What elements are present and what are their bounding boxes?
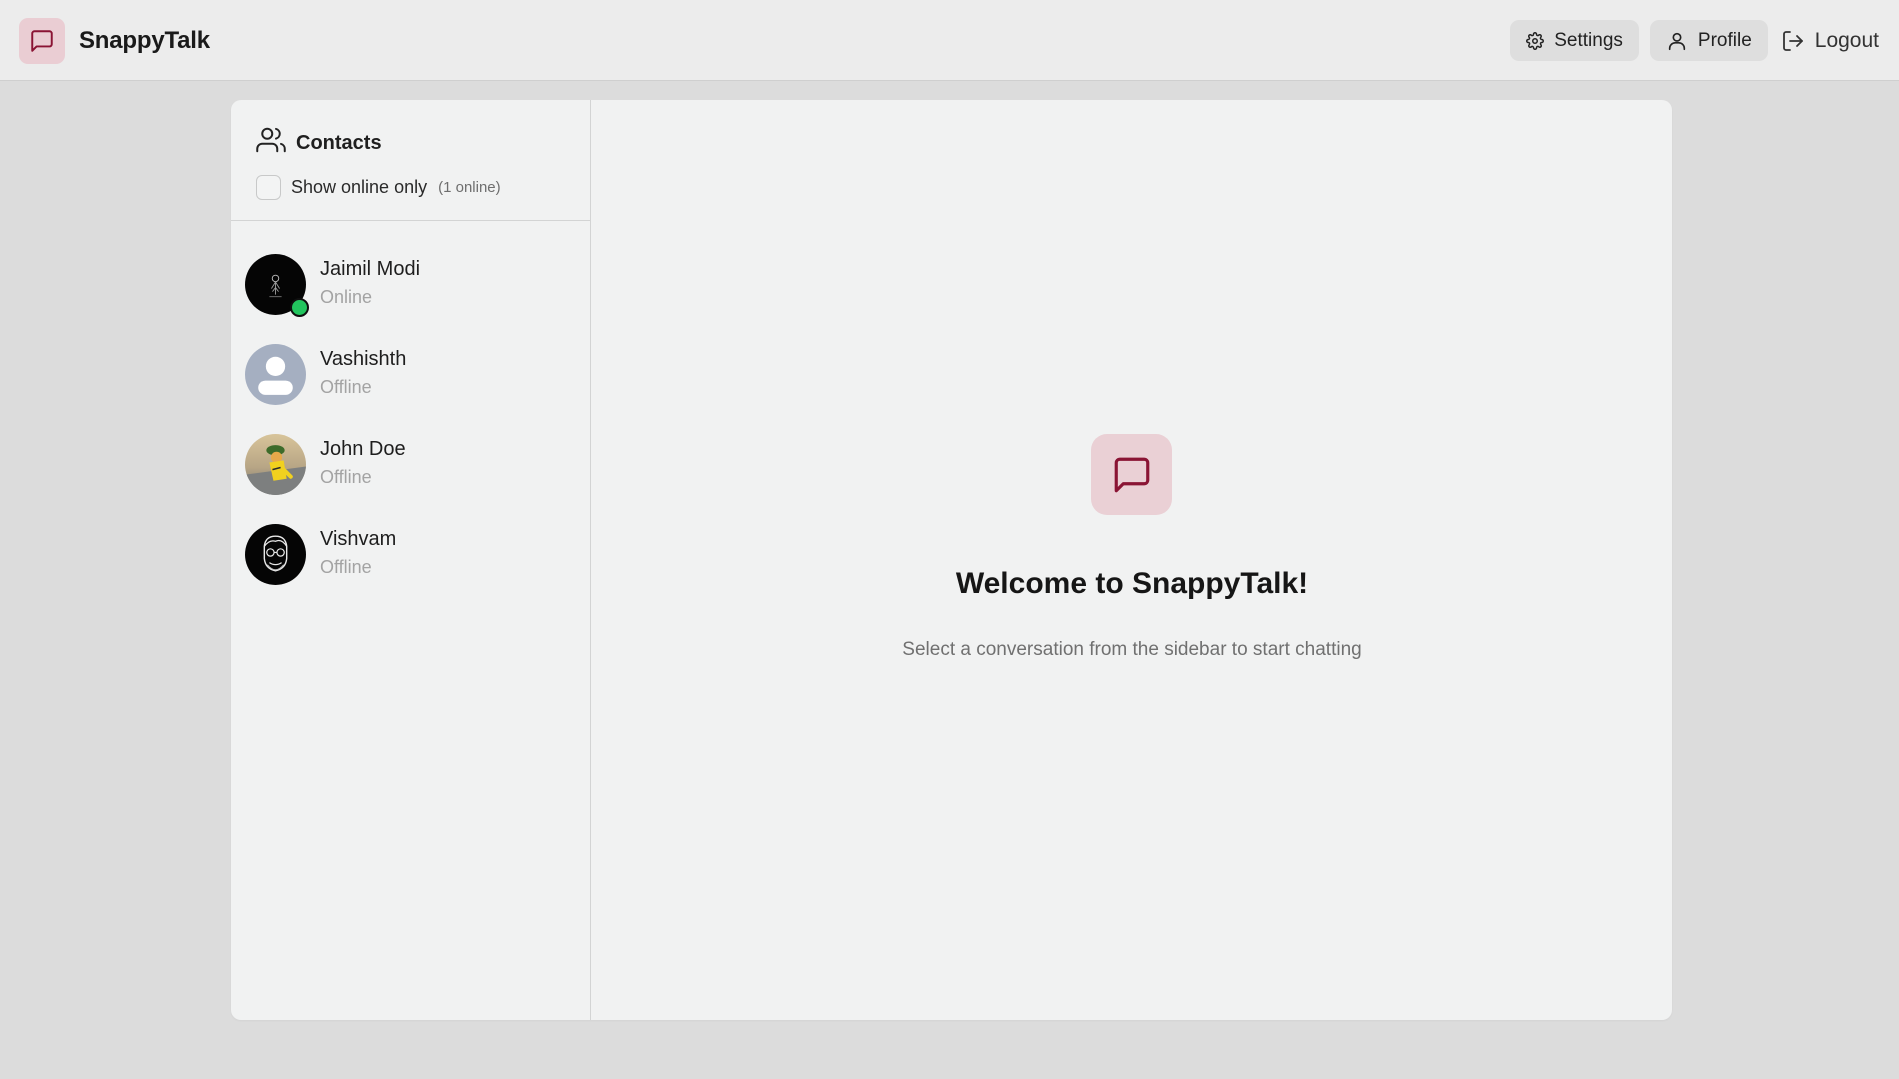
sidebar-header: Contacts Show online only (1 online): [231, 100, 590, 221]
profile-label: Profile: [1697, 29, 1752, 51]
logout-label: Logout: [1814, 28, 1879, 52]
contact-item[interactable]: John Doe Offline: [231, 419, 590, 509]
gear-icon: [1526, 31, 1545, 50]
default-user-avatar: [245, 343, 306, 405]
nav-actions: Settings Profile Logout: [1510, 20, 1879, 61]
avatar: [245, 253, 309, 317]
contact-item[interactable]: Vishvam Offline: [231, 509, 590, 599]
contacts-sidebar: Contacts Show online only (1 online) Jai…: [231, 100, 591, 1020]
user-icon: [1666, 30, 1688, 52]
brand-name: SnappyTalk: [79, 27, 210, 54]
top-navbar: SnappyTalk Settings Profile Logout: [0, 0, 1899, 81]
profile-button[interactable]: Profile: [1649, 20, 1768, 61]
avatar: [245, 433, 306, 495]
chat-bubble-icon: [19, 18, 65, 64]
welcome-subtitle: Select a conversation from the sidebar t…: [902, 639, 1362, 660]
avatar: [245, 343, 306, 405]
contact-status: Offline: [320, 557, 372, 577]
settings-label: Settings: [1554, 29, 1623, 51]
contact-name: Jaimil Modi: [320, 258, 421, 280]
contact-list: Jaimil Modi Online Vashishth Offline Joh…: [231, 221, 590, 599]
chat-container: Contacts Show online only (1 online) Jai…: [231, 100, 1672, 1020]
users-icon: [256, 125, 286, 161]
settings-button[interactable]: Settings: [1510, 20, 1639, 61]
cartoon-character-photo: [245, 433, 306, 495]
contact-name: Vashishth: [320, 348, 407, 370]
show-online-label: Show online only: [291, 177, 428, 197]
online-indicator: [290, 297, 309, 317]
show-online-checkbox[interactable]: [256, 175, 281, 200]
welcome-title: Welcome to SnappyTalk!: [955, 567, 1309, 600]
contact-name: Vishvam: [320, 528, 397, 550]
online-count: (1 online): [438, 179, 501, 196]
contact-item[interactable]: Jaimil Modi Online: [231, 239, 590, 329]
contacts-title: Contacts: [256, 125, 590, 161]
contact-status: Offline: [320, 377, 372, 397]
chat-bubble-icon: [1091, 434, 1172, 515]
contact-item[interactable]: Vashishth Offline: [231, 329, 590, 419]
contacts-title-text: Contacts: [296, 131, 382, 154]
contact-name: John Doe: [320, 438, 406, 460]
brand-home-link[interactable]: SnappyTalk: [19, 18, 210, 64]
welcome-panel: Welcome to SnappyTalk! Select a conversa…: [592, 100, 1672, 1020]
contact-status: Offline: [320, 467, 372, 487]
logout-icon: [1781, 29, 1805, 53]
contact-status: Online: [320, 287, 373, 307]
logout-button[interactable]: Logout: [1779, 20, 1879, 61]
online-filter[interactable]: Show online only (1 online): [256, 175, 590, 200]
avatar: [245, 523, 306, 585]
sketch-face-avatar: [245, 523, 306, 585]
